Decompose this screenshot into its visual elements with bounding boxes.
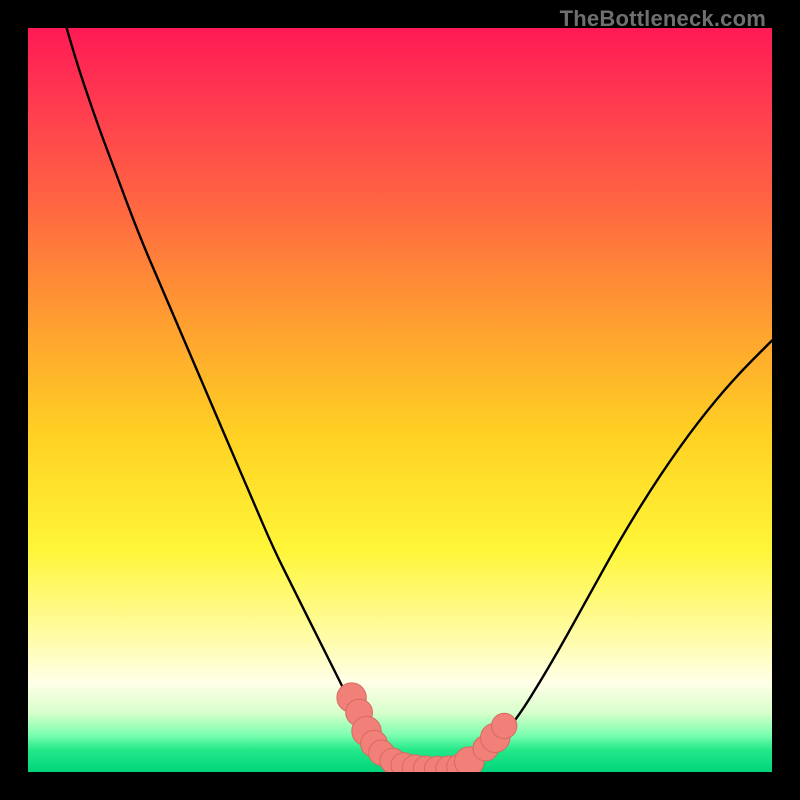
curve-marker xyxy=(402,755,427,772)
chart-svg xyxy=(28,28,772,772)
curve-marker xyxy=(492,713,517,738)
curve-marker xyxy=(391,753,416,772)
curve-marker xyxy=(473,736,498,761)
curve-marker xyxy=(413,756,438,772)
bottleneck-curve xyxy=(28,28,772,770)
watermark-text: TheBottleneck.com xyxy=(560,6,766,32)
curve-marker xyxy=(352,716,381,745)
curve-marker xyxy=(361,730,388,757)
curve-marker xyxy=(337,683,366,712)
curve-marker xyxy=(380,748,405,772)
curve-marker xyxy=(425,756,450,772)
curve-marker xyxy=(447,754,472,772)
chart-plot-area xyxy=(28,28,772,772)
curve-marker xyxy=(481,723,510,752)
curve-marker xyxy=(436,756,461,772)
curve-markers xyxy=(337,683,517,772)
curve-marker xyxy=(455,747,484,772)
curve-marker xyxy=(369,740,394,765)
curve-marker xyxy=(346,699,373,726)
chart-frame: TheBottleneck.com xyxy=(0,0,800,800)
